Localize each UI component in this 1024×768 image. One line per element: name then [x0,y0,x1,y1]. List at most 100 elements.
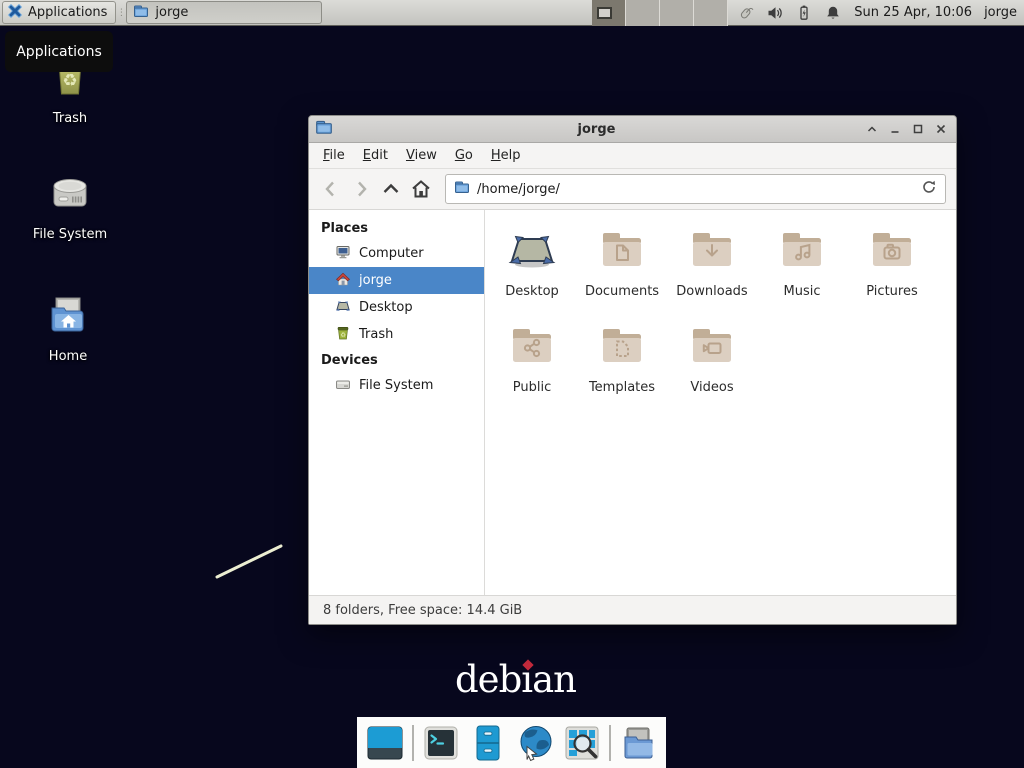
templates-folder-icon [598,322,646,374]
trash-mini-icon: ♻ [335,325,351,345]
applications-tooltip: Applications [5,31,113,72]
file-item-pictures[interactable]: Pictures [847,226,937,314]
workspace-window-preview [597,7,612,19]
maximize-button[interactable] [906,118,929,141]
shade-button[interactable] [860,118,883,141]
statusbar-text: 8 folders, Free space: 14.4 GiB [323,603,522,618]
menubar: File Edit View Go Help [309,143,956,169]
session-user-button[interactable]: jorge [984,5,1017,20]
workspace-4[interactable] [694,0,728,26]
clock[interactable]: Sun 25 Apr, 10:06 [854,5,972,20]
desktop-icon-label: File System [33,227,107,242]
desktop-icon-label: Trash [53,111,87,126]
xfce-logo-icon [7,3,23,23]
sidebar-item-computer[interactable]: Computer [309,240,484,267]
reload-icon[interactable] [921,179,937,199]
workspace-3[interactable] [660,0,694,26]
desktop-icon-label: Home [49,349,87,364]
drive-mini-icon [335,376,351,396]
sidebar-item-label: File System [359,378,433,393]
file-item-videos[interactable]: Videos [667,322,757,410]
workspace-1[interactable] [592,0,626,26]
taskbar-window-label: jorge [155,5,188,20]
panel-handle[interactable]: ⋮ [116,8,126,18]
sidebar-item-desktop[interactable]: Desktop [309,294,484,321]
top-panel: Applications ⋮ jorge Sun 25 Apr, 10:06 j… [0,0,1024,26]
desktop-icon-file-system[interactable]: File System [22,168,118,242]
tooltip-text: Applications [16,44,102,60]
music-folder-icon [778,226,826,278]
titlebar[interactable]: jorge [309,116,956,143]
statusbar: 8 folders, Free space: 14.4 GiB [309,595,956,624]
terminal-launcher[interactable] [421,723,461,763]
sidebar: Places Computer jorge Desktop [309,210,485,595]
web-browser-launcher[interactable] [515,723,555,763]
location-folder-icon [454,179,470,199]
folders-launcher[interactable] [618,723,658,763]
menu-help[interactable]: Help [482,144,530,167]
hard-drive-icon [46,168,94,220]
location-path[interactable]: /home/jorge/ [477,182,914,197]
sidebar-item-label: jorge [359,273,392,288]
file-label: Desktop [505,284,559,299]
applications-button-label: Applications [28,5,107,20]
sidebar-header-places: Places [309,216,484,240]
computer-icon [335,244,351,264]
sidebar-item-file-system[interactable]: File System [309,372,484,399]
battery-icon[interactable] [796,5,812,21]
svg-text:♻: ♻ [62,71,77,91]
file-manager-launcher[interactable] [468,723,508,763]
dock-separator [412,725,414,761]
forward-button[interactable] [347,176,374,203]
close-button[interactable] [929,118,952,141]
desktop-mini-icon [335,298,351,318]
notifications-bell-icon[interactable] [825,5,841,21]
minimize-button[interactable] [883,118,906,141]
file-label: Documents [585,284,659,299]
debian-logo-text: debian [455,658,576,701]
show-desktop-launcher[interactable] [365,723,405,763]
svg-text:♻: ♻ [340,330,346,338]
file-item-documents[interactable]: Documents [577,226,667,314]
app-finder-launcher[interactable] [562,723,602,763]
desktop-folder-icon [508,226,556,278]
pictures-folder-icon [868,226,916,278]
sidebar-item-label: Computer [359,246,424,261]
sidebar-item-trash[interactable]: ♻ Trash [309,321,484,348]
workspace-switcher [592,0,728,26]
dock-separator [609,725,611,761]
wallpaper-line [210,538,290,584]
menu-view[interactable]: View [397,144,446,167]
sidebar-item-label: Desktop [359,300,413,315]
bottom-dock [357,717,666,768]
file-view[interactable]: Desktop Documents Down [485,210,956,595]
folder-icon [133,3,149,23]
menu-go[interactable]: Go [446,144,482,167]
desktop-icon-home[interactable]: Home [20,290,116,364]
home-button[interactable] [407,176,434,203]
file-label: Templates [589,380,655,395]
sidebar-item-jorge[interactable]: jorge [309,267,484,294]
window-folder-icon [315,118,333,140]
videos-folder-icon [688,322,736,374]
menu-edit[interactable]: Edit [354,144,397,167]
taskbar-window-button[interactable]: jorge [126,1,322,24]
location-bar[interactable]: /home/jorge/ [445,174,946,204]
workspace-2[interactable] [626,0,660,26]
documents-folder-icon [598,226,646,278]
file-item-templates[interactable]: Templates [577,322,667,410]
file-item-music[interactable]: Music [757,226,847,314]
up-button[interactable] [377,176,404,203]
volume-icon[interactable] [767,5,783,21]
file-item-desktop[interactable]: Desktop [487,226,577,314]
back-button[interactable] [317,176,344,203]
file-item-public[interactable]: Public [487,322,577,410]
sidebar-header-devices: Devices [309,348,484,372]
applications-button[interactable]: Applications [2,1,116,24]
input-device-icon[interactable] [738,5,754,21]
home-folder-icon [44,290,92,342]
menu-file[interactable]: File [314,144,354,167]
toolbar: /home/jorge/ [309,169,956,210]
downloads-folder-icon [688,226,736,278]
file-item-downloads[interactable]: Downloads [667,226,757,314]
